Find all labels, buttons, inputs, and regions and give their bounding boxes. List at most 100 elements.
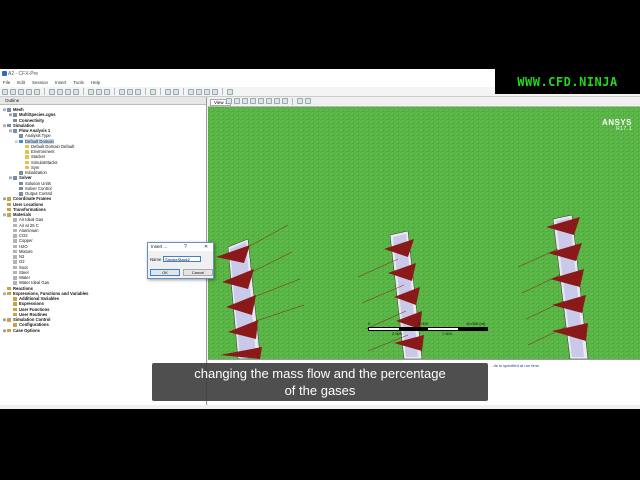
reaction-icon[interactable] (127, 88, 133, 95)
tree-item-label: Transformations (13, 206, 46, 212)
mat-icon (13, 228, 17, 233)
boundary-icon[interactable] (57, 88, 63, 95)
scale-label-2500: 2.500 (392, 331, 403, 336)
mesh-icon[interactable] (165, 88, 171, 95)
save-icon[interactable] (18, 88, 24, 95)
pan-icon[interactable] (242, 98, 248, 104)
dom-icon (19, 139, 23, 144)
grp-icon (13, 323, 17, 327)
output-control-icon[interactable] (104, 88, 110, 95)
name-label: Name (150, 256, 162, 262)
tree-item-label: Default Domain Default (31, 143, 75, 149)
zoom-icon[interactable] (250, 98, 256, 104)
toolbar-separator (44, 88, 45, 95)
bc-icon (25, 165, 29, 170)
fit-icon[interactable] (212, 88, 218, 95)
grp-icon (13, 302, 17, 306)
toolbar-separator (222, 88, 223, 95)
scale-label-0: 0 (368, 321, 371, 326)
rotate-icon[interactable] (234, 98, 240, 104)
source-icon[interactable] (73, 88, 79, 95)
mat-icon (13, 249, 17, 254)
layout-icon[interactable] (305, 98, 311, 104)
tree-item-label: SimulatStacks (31, 159, 58, 165)
undo-icon[interactable] (26, 88, 32, 95)
tree-item-label: Air at 25 C (19, 222, 39, 228)
zoom-icon[interactable] (188, 88, 194, 95)
mat-icon (13, 255, 17, 259)
tree-item-label: User Locations (13, 201, 44, 207)
cfx-pre-window: A2 - CFX-Pre File Edit Session Insert Tools H… (0, 69, 640, 409)
pan-icon[interactable] (204, 88, 210, 95)
rotate-icon[interactable] (196, 88, 202, 95)
help-icon[interactable]: ? (184, 244, 187, 250)
ok-button[interactable]: OK (150, 269, 180, 276)
tree-item-label: Configurations (19, 322, 49, 328)
tree-item-label: User Functions (19, 306, 50, 312)
material-icon[interactable] (119, 88, 125, 95)
tree-item-label: Steel (19, 269, 29, 275)
menu-bar: File Edit Session Insert Tools Help (0, 79, 495, 87)
select-icon[interactable] (226, 98, 232, 104)
refresh-icon[interactable] (173, 88, 179, 95)
scale-label-10: 10.000 (m) (466, 321, 486, 326)
tree-item-label: Soot (19, 264, 28, 270)
toolbar-separator (160, 88, 161, 95)
write-solver-icon[interactable] (150, 88, 156, 95)
initialization-icon[interactable] (88, 88, 94, 95)
menu-session[interactable]: Session (32, 80, 48, 87)
new-icon[interactable] (2, 88, 8, 95)
name-field[interactable]: SmokeStack2 (163, 256, 202, 262)
outline-tab[interactable]: Outline (0, 97, 206, 105)
fit-icon[interactable] (266, 98, 272, 104)
window-title: A2 - CFX-Pre (8, 71, 39, 77)
tree-item-label: O2 (19, 259, 25, 265)
menu-insert[interactable]: Insert (55, 80, 66, 87)
toolbar-separator (183, 88, 184, 95)
tree-item-label: CO2 (19, 233, 28, 238)
mat-icon (13, 260, 17, 264)
tree-item[interactable]: ⊞ Case Options (0, 328, 206, 333)
tree-item-label: Expressions (19, 301, 44, 307)
viewer-toolbar: View 1 (208, 97, 640, 107)
expression-icon[interactable] (135, 88, 141, 95)
sim-icon (19, 192, 23, 196)
dialog-title: Insert ... (151, 244, 168, 249)
render-icon[interactable] (274, 98, 280, 104)
axes-icon[interactable] (297, 98, 303, 104)
toolbar-separator (114, 88, 115, 95)
domain-icon[interactable] (49, 88, 55, 95)
tree-item-label: Coordinate Frames (13, 196, 52, 202)
tree-item-label: User Routines (19, 311, 48, 317)
mesh-icon (13, 113, 17, 117)
grp-icon (7, 197, 11, 201)
sim-icon (7, 123, 11, 128)
video-subtitle: changing the mass flow and the percentag… (152, 363, 488, 401)
tree-item-label: MultiSpecies.cgns (19, 112, 56, 118)
bc-icon (25, 144, 29, 149)
grp-icon (7, 318, 11, 322)
menu-tools[interactable]: Tools (73, 80, 84, 87)
bc-icon (25, 155, 29, 159)
tree-item-label: Flow Analysis 1 (19, 128, 51, 133)
letterbox-bottom (0, 409, 640, 480)
tree-item-label: Simulation Control (13, 317, 51, 322)
open-icon[interactable] (10, 88, 16, 95)
menu-help[interactable]: Help (91, 80, 100, 87)
mat-icon (13, 270, 17, 275)
scale-label-7500: 7.500 (442, 331, 453, 336)
subdomain-icon[interactable] (65, 88, 71, 95)
mat-icon (13, 276, 17, 280)
tree-item-label: Additional Variables (19, 296, 60, 301)
cancel-button[interactable]: Cancel (183, 269, 213, 276)
menu-edit[interactable]: Edit (17, 80, 25, 87)
sim-icon (19, 186, 23, 191)
solver-control-icon[interactable] (96, 88, 102, 95)
scale-bar: 0 5.000 10.000 (m) 2.500 7.500 (368, 321, 488, 337)
view-orient-icon[interactable] (282, 98, 288, 104)
menu-file[interactable]: File (3, 80, 10, 87)
zoom-box-icon[interactable] (258, 98, 264, 104)
redo-icon[interactable] (34, 88, 40, 95)
display-icon[interactable] (227, 88, 233, 95)
close-icon[interactable]: ✕ (204, 244, 208, 250)
